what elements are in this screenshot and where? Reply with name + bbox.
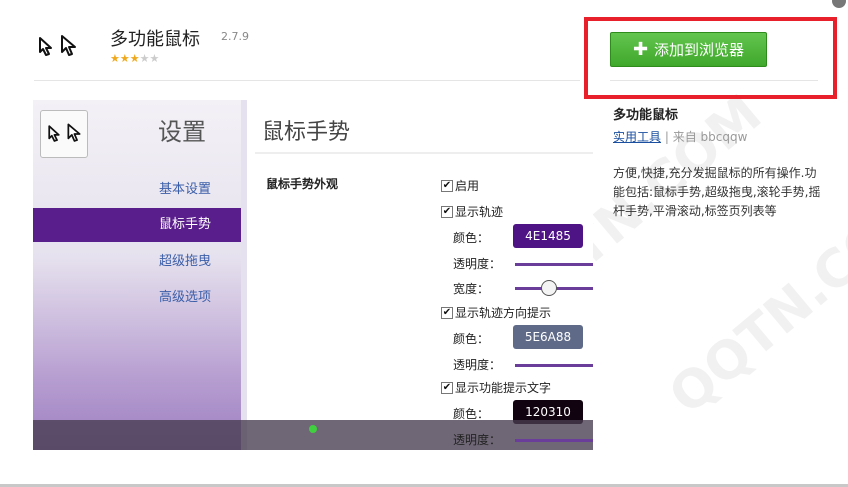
panel-heading: 鼠标手势 (262, 120, 351, 145)
category-link[interactable]: 实用工具 (613, 130, 661, 144)
star-icon: ★ (119, 52, 130, 65)
rating-stars: ★★★★★ (110, 52, 159, 65)
add-to-browser-button[interactable]: ✚ 添加到浏览器 (610, 32, 767, 67)
slider-handle[interactable] (541, 280, 557, 296)
plus-icon: ✚ (632, 38, 649, 60)
star-icon: ★ (139, 52, 150, 65)
text-opacity-label: 透明度： (453, 433, 502, 447)
panel-edge (241, 100, 247, 450)
divider (610, 80, 818, 81)
nav-item-gestures[interactable]: 鼠标手势 (33, 208, 241, 242)
extension-screenshot[interactable]: 设置 基本设置 鼠标手势 超级拖曳 高级选项 鼠标手势 鼠标手势外观 ✔ 启用 … (33, 100, 593, 450)
star-icon: ★ (129, 52, 140, 65)
extension-title: 多功能鼠标 (110, 29, 200, 50)
trail-color-swatch[interactable]: 4E1485 (513, 224, 583, 248)
sidebar-extension-name: 多功能鼠标 (613, 108, 679, 123)
close-icon[interactable] (832, 0, 846, 8)
extension-description: 方便,快捷,充分发掘鼠标的所有操作.功能包括:鼠标手势,超级拖曳,滚轮手势,摇杆… (613, 166, 821, 218)
direction-color-swatch[interactable]: 5E6A88 (513, 325, 583, 349)
star-icon: ★ (149, 52, 160, 65)
direction-color-label: 颜色： (453, 332, 490, 346)
text-opacity-slider[interactable] (515, 439, 593, 442)
checkmark-icon: ✔ (441, 179, 453, 192)
mouse-cursor-icon (40, 110, 88, 158)
checkmark-icon: ✔ (441, 381, 453, 394)
author-text: 来自 bbcqqw (672, 130, 748, 144)
star-icon: ★ (110, 52, 120, 65)
show-direction-checkbox[interactable]: ✔ 显示轨迹方向提示 (441, 304, 551, 321)
nav-item-basic[interactable]: 基本设置 (33, 173, 241, 207)
checkmark-icon: ✔ (441, 306, 453, 319)
mouse-cursor-icon (34, 30, 80, 64)
trail-opacity-slider[interactable] (515, 263, 593, 266)
nav-item-superdrag[interactable]: 超级拖曳 (33, 245, 241, 279)
checkmark-icon: ✔ (441, 205, 453, 218)
enable-label: 启用 (455, 179, 480, 193)
show-text-checkbox[interactable]: ✔ 显示功能提示文字 (441, 379, 551, 396)
direction-opacity-label: 透明度： (453, 358, 502, 372)
show-text-label: 显示功能提示文字 (455, 381, 552, 395)
extension-version: 2.7.9 (221, 30, 249, 43)
settings-title: 设置 (158, 118, 206, 146)
trail-color-label: 颜色： (453, 231, 490, 245)
show-trail-checkbox[interactable]: ✔ 显示轨迹 (441, 203, 503, 220)
show-trail-label: 显示轨迹 (455, 205, 504, 219)
add-button-label: 添加到浏览器 (654, 41, 745, 59)
section-title: 鼠标手势外观 (266, 177, 339, 191)
sidebar-meta: 实用工具 | 来自 bbcqqw (613, 128, 747, 145)
carousel-dot[interactable] (309, 425, 317, 433)
trail-width-label: 宽度： (453, 282, 490, 296)
enable-checkbox[interactable]: ✔ 启用 (441, 177, 479, 194)
show-direction-label: 显示轨迹方向提示 (455, 306, 552, 320)
nav-item-advanced[interactable]: 高级选项 (33, 281, 241, 315)
trail-opacity-label: 透明度： (453, 257, 502, 271)
divider (34, 80, 580, 81)
meta-separator: | (664, 130, 669, 144)
direction-opacity-slider[interactable] (515, 364, 593, 367)
divider (255, 152, 593, 154)
